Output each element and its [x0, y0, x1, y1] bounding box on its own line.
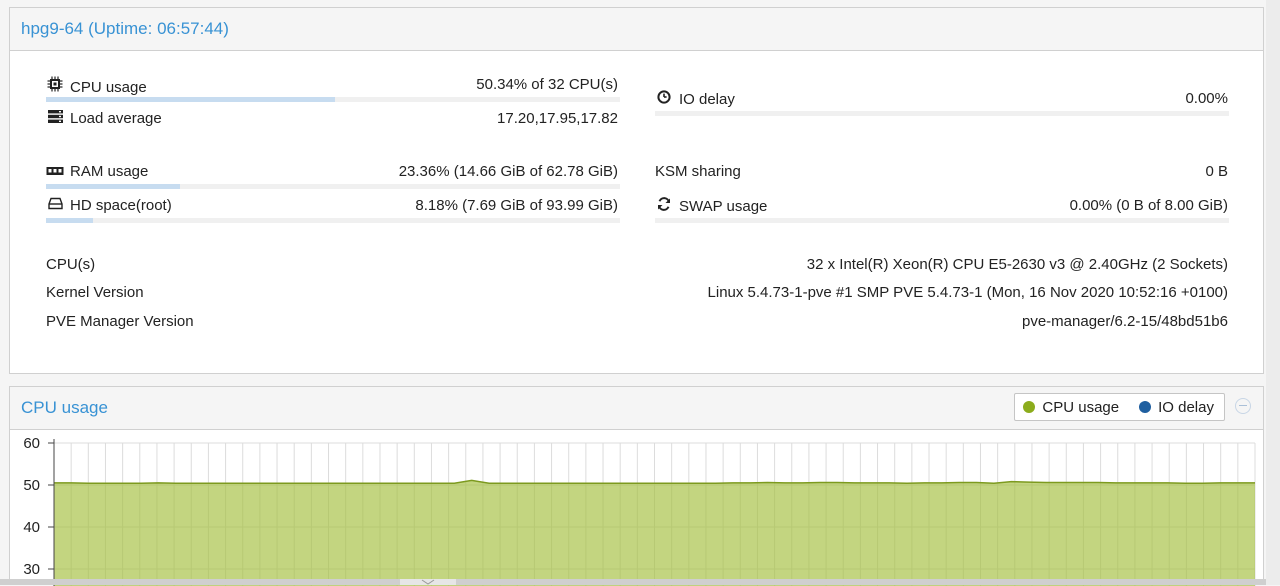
memory-icon: [46, 164, 64, 179]
load-average-label-row: Load average: [46, 110, 162, 127]
cpu-usage-value: 50.34% of 32 CPU(s): [476, 76, 618, 93]
hd-space-label: HD space(root): [70, 197, 172, 214]
hd-space-value: 8.18% (7.69 GiB of 93.99 GiB): [415, 197, 618, 214]
load-average-label: Load average: [70, 110, 162, 127]
collapse-chart-button[interactable]: [1235, 398, 1251, 414]
io-delay-label: IO delay: [679, 91, 735, 108]
scroll-down-arrow-icon[interactable]: [400, 579, 456, 585]
chart-legend: CPU usage IO delay: [1014, 393, 1225, 421]
swap-usage-bar: [655, 218, 1229, 223]
node-status-panel: hpg9-64 (Uptime: 06:57:44) CPU usage 50.…: [9, 7, 1264, 374]
hard-drive-icon: [46, 197, 64, 213]
cpu-usage-label: CPU usage: [70, 79, 147, 96]
cpus-info-value: 32 x Intel(R) Xeon(R) CPU E5-2630 v3 @ 2…: [806, 256, 1228, 273]
legend-dot-cpu-usage: [1023, 401, 1036, 413]
server-stack-icon: [46, 110, 64, 126]
ram-usage-value: 23.36% (14.66 GiB of 62.78 GiB): [398, 163, 618, 180]
y-tick-label: 30: [23, 561, 40, 578]
swap-usage-value: 0.00% (0 B of 8.00 GiB): [1069, 197, 1228, 214]
io-delay-label-row: IO delay: [655, 90, 735, 108]
vertical-scrollbar[interactable]: [1266, 0, 1280, 585]
legend-item-io-delay[interactable]: IO delay: [1139, 399, 1214, 416]
hd-space-bar-fill: [46, 218, 93, 223]
ram-usage-label: RAM usage: [70, 163, 149, 180]
ksm-sharing-value: 0 B: [1205, 163, 1228, 180]
cpu-usage-bar-fill: [46, 97, 335, 102]
hd-space-label-row: HD space(root): [46, 197, 172, 214]
hd-space-bar: [46, 218, 620, 223]
legend-label-io-delay: IO delay: [1158, 398, 1214, 416]
swap-usage-label-row: SWAP usage: [655, 197, 767, 215]
y-tick-label: 40: [23, 519, 40, 536]
refresh-icon: [655, 197, 673, 214]
legend-label-cpu-usage: CPU usage: [1042, 398, 1120, 416]
legend-item-cpu-usage[interactable]: CPU usage: [1023, 399, 1119, 416]
node-status-header: hpg9-64 (Uptime: 06:57:44): [10, 8, 1263, 51]
series-area-cpu-usage: [54, 480, 1255, 586]
pve-manager-version-value: pve-manager/6.2-15/48bd51b6: [1022, 313, 1228, 330]
pve-manager-version-label: PVE Manager Version: [46, 313, 194, 330]
ram-usage-bar-fill: [46, 184, 181, 189]
node-status-title: hpg9-64 (Uptime: 06:57:44): [21, 19, 229, 38]
cpu-usage-chart-header: CPU usage CPU usage IO delay: [10, 387, 1263, 430]
y-tick-label: 60: [23, 435, 40, 452]
clock-icon: [655, 90, 673, 107]
io-delay-value: 0.00%: [1185, 90, 1228, 107]
io-delay-bar: [655, 111, 1229, 116]
y-tick-label: 50: [23, 477, 40, 494]
cpu-usage-bar: [46, 97, 620, 102]
cpus-info-label: CPU(s): [46, 256, 96, 273]
cpu-usage-chart: 60 50 40 30: [23, 435, 1256, 586]
ram-usage-bar: [46, 184, 620, 189]
ksm-sharing-label: KSM sharing: [655, 163, 741, 180]
cpu-usage-chart-title: CPU usage: [21, 398, 108, 417]
kernel-version-label: Kernel Version: [46, 284, 144, 301]
swap-usage-label: SWAP usage: [679, 198, 768, 215]
load-average-value: 17.20,17.95,17.82: [497, 110, 618, 127]
cpu-usage-chart-panel: CPU usage CPU usage IO delay 60 50 40 30: [9, 386, 1264, 586]
legend-dot-io-delay: [1139, 401, 1152, 413]
cpu-usage-label-row: CPU usage: [46, 76, 147, 96]
cpu-chip-icon: [46, 76, 64, 95]
kernel-version-value: Linux 5.4.73-1-pve #1 SMP PVE 5.4.73-1 (…: [707, 284, 1228, 301]
bottom-scroll-strip: [0, 579, 1280, 585]
ram-usage-label-row: RAM usage: [46, 163, 148, 180]
